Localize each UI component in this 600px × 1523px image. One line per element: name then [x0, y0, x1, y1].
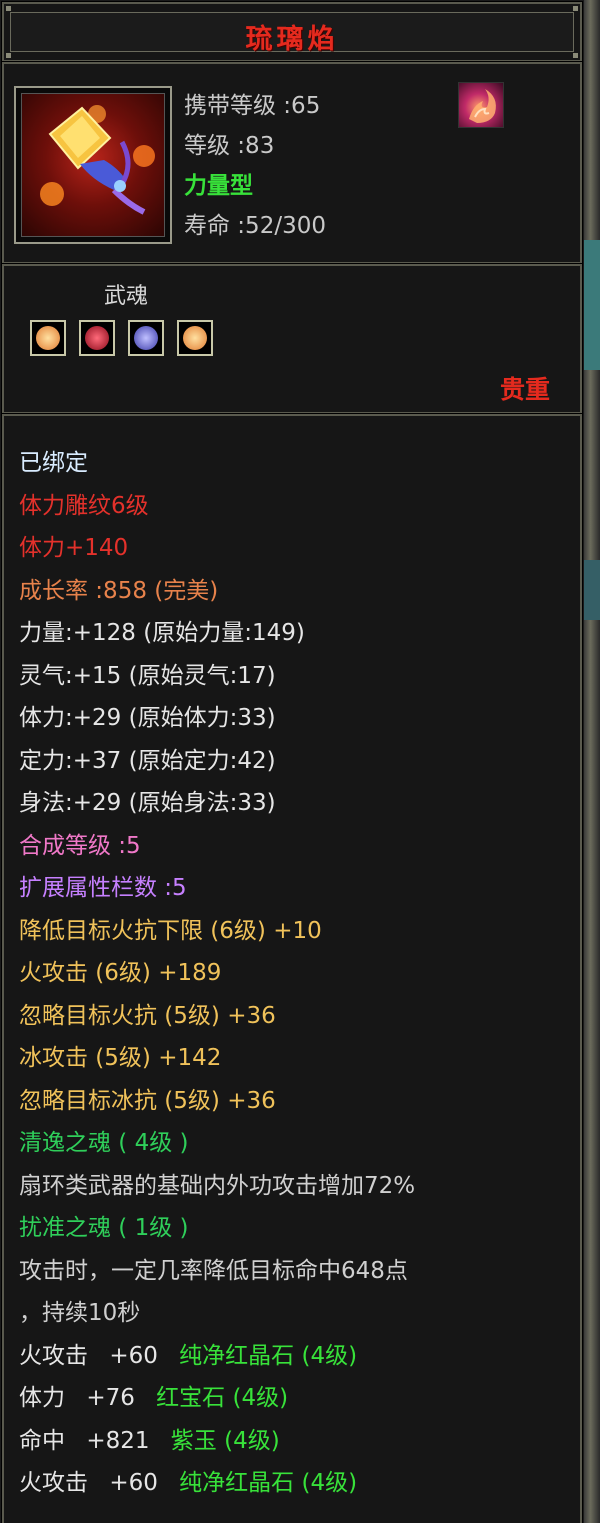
extra-attribute: 忽略目标冰抗 (5级) +36	[19, 1087, 276, 1114]
frame-corner	[573, 6, 578, 11]
item-level: 等级 :83	[184, 133, 275, 159]
item-header-panel: 携带等级 :65 等级 :83 力量型 寿命 :52/300	[1, 61, 583, 265]
tooltip-title-bar: 琉璃焰	[1, 1, 583, 63]
gem-name: 纯净红晶石 (4级)	[179, 1342, 358, 1369]
stat-strength: 力量:+128 (原始力量:149)	[19, 620, 305, 646]
socketed-gem-row: 火攻击 +60 纯净红晶石 (4级)	[19, 1462, 574, 1505]
item-icon-frame	[14, 86, 172, 244]
frame-corner	[573, 53, 578, 58]
weapon-soul-panel: 武魂 贵重	[1, 263, 583, 415]
socketed-gem-row: 火攻击 +60 纯净红晶石 (4级)	[19, 1335, 574, 1378]
stat-agility: 身法:+29 (原始身法:33)	[19, 790, 276, 816]
socketed-gem-row: 体力 +76 红宝石 (4级)	[19, 1377, 574, 1420]
orange-gem-icon	[36, 326, 60, 350]
gem-value: +76	[86, 1385, 135, 1411]
extra-attribute: 降低目标火抗下限 (6级) +10	[19, 917, 322, 944]
purple-gem-icon	[134, 326, 158, 350]
frame-corner	[6, 53, 11, 58]
gem-name: 纯净红晶石 (4级)	[179, 1470, 358, 1496]
background-decoration	[584, 240, 600, 370]
fan-weapon-icon	[21, 93, 165, 237]
gem-stat: 火攻击	[19, 1342, 88, 1369]
extra-attribute: 火攻击 (6级) +189	[19, 960, 222, 986]
title-frame: 琉璃焰	[10, 12, 574, 55]
flame-skill-icon	[458, 82, 504, 128]
stat-stamina: 体力:+29 (原始体力:33)	[19, 705, 276, 731]
synthesis-level: 合成等级 :5	[19, 832, 141, 859]
soul-skill-name: 清逸之魂 ( 4级 )	[19, 1130, 189, 1156]
background-strip	[584, 0, 600, 1523]
frame-corner	[6, 6, 11, 11]
engraving-line: 体力雕纹6级	[19, 492, 149, 519]
gem-value: +821	[86, 1427, 150, 1454]
extra-attribute: 冰攻击 (5级) +142	[19, 1045, 222, 1071]
engraving-bonus: 体力+140	[19, 535, 129, 561]
soul-slot-4[interactable]	[177, 320, 213, 356]
item-type: 力量型	[184, 173, 253, 199]
item-detail-panel: 已绑定 体力雕纹6级 体力+140 成长率 :858 (完美) 力量:+128 …	[1, 413, 583, 1523]
soul-slot-1[interactable]	[30, 320, 66, 356]
item-lifespan: 寿命 :52/300	[184, 213, 326, 239]
item-name: 琉璃焰	[245, 24, 339, 55]
bound-status: 已绑定	[19, 450, 88, 476]
soul-skill-desc: ，持续10秒	[19, 1300, 141, 1326]
gem-stat: 火攻击	[19, 1470, 88, 1496]
stat-focus: 定力:+37 (原始定力:42)	[19, 747, 276, 774]
stat-spirit: 灵气:+15 (原始灵气:17)	[19, 662, 276, 689]
soul-skill-desc: 攻击时，一定几率降低目标命中648点	[19, 1257, 408, 1284]
orange-gem-icon	[183, 326, 207, 350]
attribute-list: 已绑定 体力雕纹6级 体力+140 成长率 :858 (完美) 力量:+128 …	[19, 442, 574, 1505]
soul-slot-2[interactable]	[79, 320, 115, 356]
soul-slot-3[interactable]	[128, 320, 164, 356]
background-decoration	[584, 560, 600, 620]
gem-value: +60	[109, 1342, 158, 1369]
carry-level: 携带等级 :65	[184, 93, 321, 119]
gem-name: 紫玉 (4级)	[170, 1427, 280, 1454]
extra-attribute: 忽略目标火抗 (5级) +36	[19, 1002, 276, 1029]
gem-stat: 命中	[19, 1427, 65, 1454]
soul-skill-desc: 扇环类武器的基础内外功攻击增加72%	[19, 1172, 416, 1199]
rarity-label: 贵重	[499, 375, 550, 404]
gem-stat: 体力	[19, 1385, 65, 1411]
red-gem-icon	[85, 326, 109, 350]
gem-value: +60	[109, 1470, 158, 1496]
socketed-gem-row: 命中 +821 紫玉 (4级)	[19, 1420, 574, 1463]
soul-label: 武魂	[104, 284, 149, 309]
growth-rate: 成长率 :858 (完美)	[19, 577, 219, 604]
extended-slots: 扩展属性栏数 :5	[19, 875, 187, 901]
gem-name: 红宝石 (4级)	[156, 1385, 289, 1411]
soul-skill-name: 扰准之魂 ( 1级 )	[19, 1215, 189, 1241]
